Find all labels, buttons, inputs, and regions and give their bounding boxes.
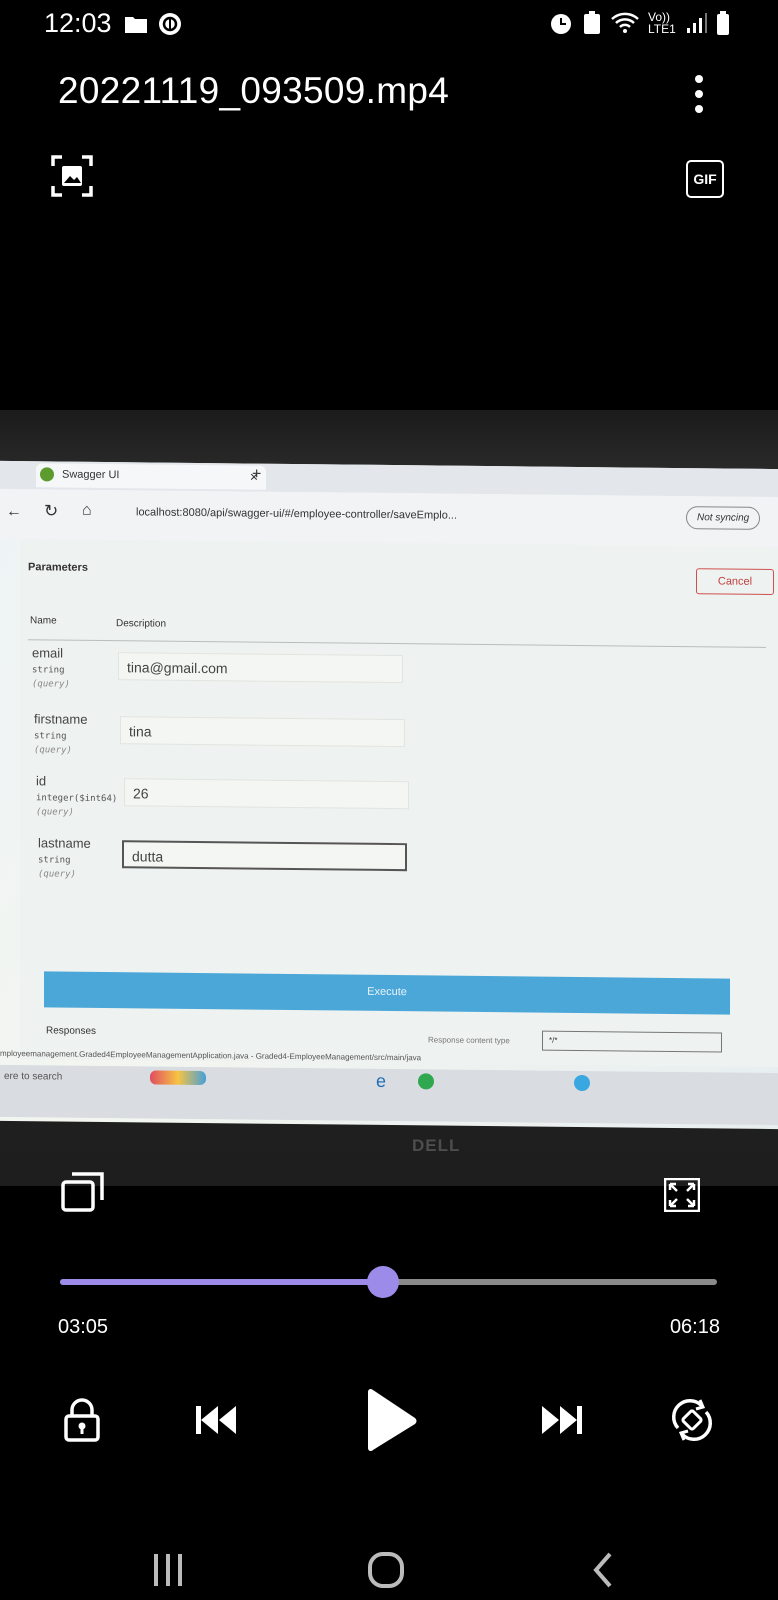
skip-previous-icon[interactable] — [194, 1398, 238, 1442]
swagger-favicon-icon — [40, 467, 54, 482]
email-field: tina@gmail.com — [118, 652, 403, 684]
dell-logo: DELL — [412, 1136, 461, 1155]
url-text: localhost:8080/api/swagger-ui/#/employee… — [136, 506, 458, 522]
taskbar-app-icon — [574, 1074, 590, 1092]
browser-tab: Swagger UI × — [36, 463, 266, 490]
lastname-field: dutta — [122, 840, 407, 872]
seek-progress — [60, 1279, 384, 1285]
current-time: 03:05 — [58, 1316, 109, 1338]
more-vertical-icon[interactable] — [692, 74, 706, 114]
sync-status: Not syncing — [686, 506, 761, 530]
reload-icon: ↻ — [44, 501, 59, 521]
total-time: 06:18 — [669, 1316, 720, 1338]
windows-taskbar: ere to search e — [0, 1064, 778, 1126]
video-frame[interactable]: Swagger UI × + ← ↻ ⌂ localhost:8080/api/… — [0, 410, 778, 1186]
battery-saver-icon — [584, 11, 600, 34]
param-name: lastname — [38, 835, 91, 851]
status-time: 12:03 — [44, 8, 112, 38]
col-name-header: Name — [30, 615, 57, 627]
back-icon: ← — [6, 502, 22, 521]
header-divider — [28, 639, 766, 648]
param-location: (query) — [34, 745, 72, 756]
parameters-title: Parameters — [28, 561, 88, 574]
param-type: string — [34, 731, 67, 742]
param-location: (query) — [36, 807, 74, 818]
gallery-icon[interactable] — [50, 154, 94, 198]
seek-thumb[interactable] — [367, 1266, 400, 1298]
home-button-icon[interactable] — [366, 1550, 406, 1590]
address-bar: ← ↻ ⌂ localhost:8080/api/swagger-ui/#/em… — [0, 488, 778, 548]
firstname-field: tina — [120, 716, 405, 748]
status-right-icons: Vo)) LTE1 — [548, 10, 730, 36]
cancel-button: Cancel — [696, 568, 774, 596]
param-name: id — [36, 773, 47, 789]
id-field: 26 — [124, 778, 409, 810]
edge-icon: e — [376, 1070, 387, 1091]
response-content-type-select: */* — [542, 1030, 722, 1053]
rotate-icon[interactable] — [670, 1398, 714, 1442]
network-label: Vo)) LTE1 — [648, 10, 676, 36]
param-location: (query) — [38, 869, 76, 880]
gif-button[interactable]: GIF — [686, 160, 724, 198]
fullscreen-icon[interactable] — [664, 1178, 700, 1212]
param-name: email — [32, 645, 64, 661]
sync-icon — [159, 13, 181, 35]
play-icon[interactable] — [362, 1388, 418, 1452]
laptop-screen: Swagger UI × + ← ↻ ⌂ localhost:8080/api/… — [0, 460, 778, 1130]
alarm-icon — [551, 14, 571, 34]
popup-play-icon[interactable] — [60, 1172, 104, 1212]
windows-icon — [150, 1070, 206, 1086]
swagger-page: Parameters Cancel Name Description email… — [20, 539, 778, 1068]
back-button-icon[interactable] — [584, 1550, 624, 1590]
param-name: firstname — [34, 711, 88, 727]
lock-icon[interactable] — [60, 1398, 104, 1442]
wifi-icon — [611, 12, 639, 33]
signal-icon — [687, 13, 707, 33]
chrome-icon — [418, 1073, 434, 1090]
param-type: integer($int64) — [36, 793, 118, 805]
new-tab-icon: + — [252, 465, 262, 483]
video-title: 20221119_093509.mp4 — [58, 70, 450, 111]
browser-tab-title: Swagger UI — [62, 468, 120, 482]
home-icon: ⌂ — [82, 501, 92, 519]
skip-next-icon[interactable] — [540, 1398, 584, 1442]
col-description-header: Description — [116, 618, 167, 630]
battery-icon — [717, 11, 729, 35]
param-type: string — [32, 665, 65, 676]
response-content-type-label: Response content type — [428, 1035, 510, 1046]
status-left-icons — [124, 12, 182, 36]
responses-label: Responses — [46, 1025, 97, 1037]
taskbar-search: ere to search — [4, 1070, 63, 1083]
folder-icon — [125, 17, 147, 33]
recent-apps-icon[interactable] — [148, 1550, 188, 1590]
execute-button: Execute — [44, 971, 730, 1015]
param-type: string — [38, 855, 71, 866]
param-location: (query) — [32, 679, 70, 690]
